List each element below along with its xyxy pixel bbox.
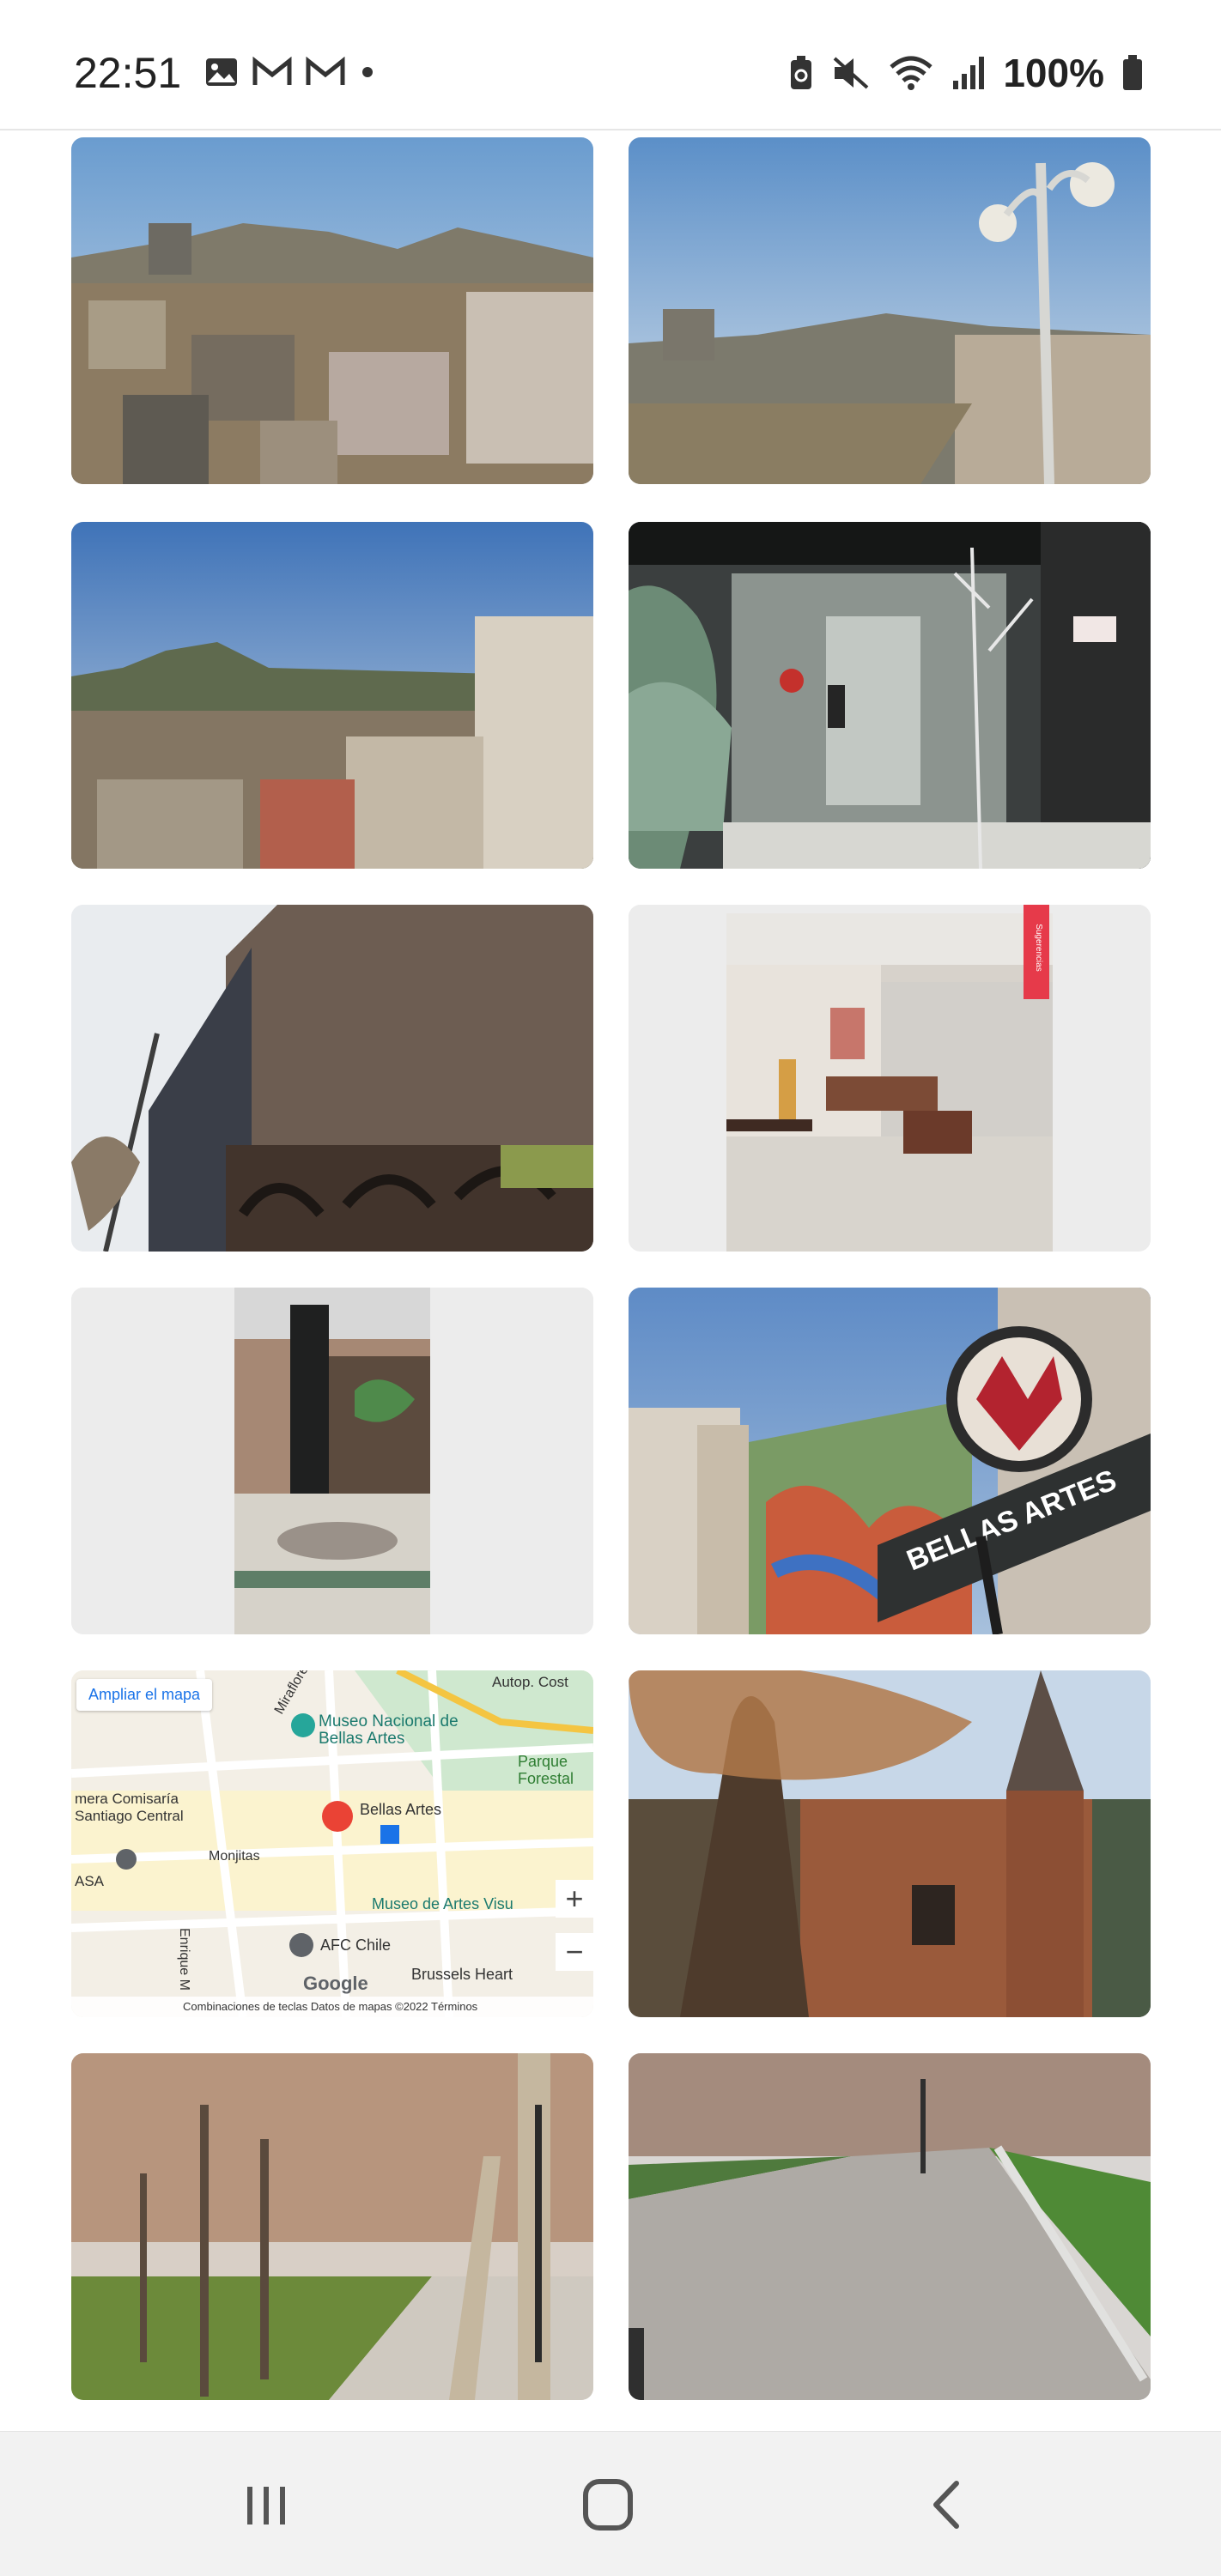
map-label-autopista: Autop. Cost (492, 1674, 568, 1690)
back-button[interactable] (914, 2475, 982, 2535)
zoom-out-button[interactable]: − (556, 1933, 593, 1971)
google-logo: Google (303, 1973, 368, 1994)
map-label-afc: AFC Chile (320, 1937, 392, 1954)
signal-icon (953, 57, 985, 89)
photo-bellas-artes-sign[interactable]: BELLAS ARTES (629, 1288, 1151, 1634)
map-label-comisaria: mera Comisaría Santiago Central (75, 1791, 184, 1824)
photo-park-path[interactable] (629, 2053, 1151, 2400)
map-label-monjitas: Monjitas (209, 1849, 260, 1864)
gmail-icon (306, 57, 345, 85)
recent-apps-button[interactable] (232, 2475, 301, 2535)
back-icon (933, 2481, 959, 2529)
home-button[interactable] (574, 2475, 642, 2535)
status-bar: 22:51 100% (0, 0, 1221, 130)
photo-building-entrance[interactable] (629, 522, 1151, 869)
navigation-bar (0, 2431, 1221, 2576)
lobby-badge-text: Sugerencias (1034, 924, 1043, 972)
map-label-brussels: Brussels Heart (411, 1966, 513, 1983)
expand-map-button[interactable]: Ampliar el mapa (76, 1679, 213, 1711)
map-label-asa: ASA (75, 1873, 105, 1889)
dot-icon (362, 67, 373, 77)
map-label-enrique: Enrique M (177, 1928, 191, 1991)
photo-courtyard-fountain[interactable] (71, 1288, 593, 1634)
wifi-icon (890, 56, 932, 90)
photo-castle-building[interactable] (629, 1670, 1151, 2017)
recent-apps-icon (247, 2487, 285, 2524)
map-label-parque-forestal: Parque Forestal (518, 1753, 574, 1787)
map-footer: Combinaciones de teclas Datos de mapas ©… (71, 1997, 593, 2017)
map-label-bellas-artes: Bellas Artes (360, 1801, 442, 1818)
photo-rooftop-lamp[interactable] (629, 137, 1151, 484)
photo-tall-building-street[interactable] (71, 905, 593, 1252)
mute-icon (834, 57, 869, 89)
photo-park-trees[interactable] (71, 2053, 593, 2400)
status-time: 22:51 (74, 49, 182, 97)
home-icon (583, 2479, 633, 2531)
battery-saver-icon (791, 56, 812, 89)
photo-lobby-interior[interactable]: Sugerencias (629, 905, 1151, 1252)
photo-city-panorama[interactable] (71, 137, 593, 484)
photo-city-hill-view[interactable] (71, 522, 593, 869)
system-icons: 100% (788, 50, 1144, 96)
zoom-in-button[interactable]: + (556, 1880, 593, 1918)
map-label-museo-artes-visuales: Museo de Artes Visu (372, 1895, 513, 1912)
map-thumbnail[interactable]: Ampliar el mapa Miraflore Autop. Cost Mu… (71, 1670, 593, 2017)
gmail-icon (252, 57, 292, 85)
map-label-museo-nacional: Museo Nacional de Bellas Artes (319, 1712, 459, 1748)
battery-percent: 100% (1003, 51, 1104, 95)
gallery-icon (206, 58, 237, 86)
battery-icon (1123, 55, 1142, 90)
notification-icons (204, 57, 376, 88)
